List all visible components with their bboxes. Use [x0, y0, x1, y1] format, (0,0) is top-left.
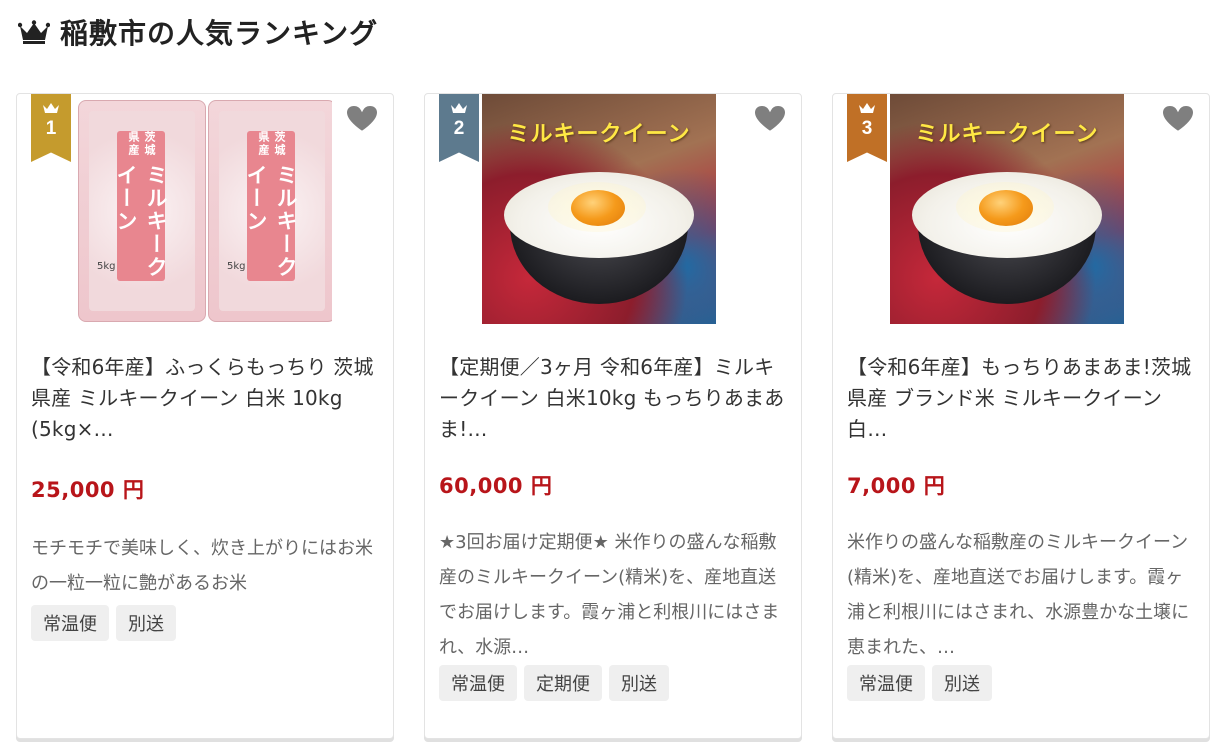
tag-list: 常温便 別送: [847, 665, 992, 701]
favorite-heart-icon[interactable]: [1161, 104, 1195, 134]
ranking-card-1[interactable]: 1 茨城県産 ミルキークイーン 5kg 茨城県産 ミルキークイーン 5kg 【令和6…: [16, 93, 394, 739]
product-image[interactable]: ミルキークイーン: [482, 94, 716, 324]
product-price: 7,000 円: [847, 474, 946, 498]
egg-rice-bowl-image: ミルキークイーン: [482, 94, 716, 324]
crown-icon: [859, 103, 875, 113]
product-price: 60,000 円: [439, 474, 553, 498]
product-title[interactable]: 【令和6年産】もっちりあまあま!茨城県産 ブランド米 ミルキークイーン 白…: [847, 352, 1197, 445]
egg-rice-bowl-image: ミルキークイーン: [890, 94, 1124, 324]
rice-bag-image: 茨城県産 ミルキークイーン 5kg: [78, 100, 206, 322]
rank-badge: 1: [31, 94, 71, 162]
product-description: モチモチで美味しく、炊き上がりにはお米の一粒一粒に艶があるお米: [31, 538, 373, 594]
tag-list: 常温便 定期便 別送: [439, 665, 669, 701]
tag: 別送: [932, 665, 992, 701]
product-image[interactable]: 茨城県産 ミルキークイーン 5kg 茨城県産 ミルキークイーン 5kg: [74, 94, 332, 324]
rank-badge: 2: [439, 94, 479, 162]
ranking-card-3[interactable]: 3 ミルキークイーン 【令和6年産】もっちりあまあま!茨城県産 ブランド米 ミル…: [832, 93, 1210, 739]
tag: 常温便: [439, 665, 517, 701]
favorite-heart-icon[interactable]: [753, 104, 787, 134]
crown-icon: [18, 20, 50, 44]
crown-icon: [451, 103, 467, 113]
section-header: 稲敷市の人気ランキング: [18, 10, 378, 54]
rice-bag-image: 茨城県産 ミルキークイーン 5kg: [208, 100, 332, 322]
favorite-heart-icon[interactable]: [345, 104, 379, 134]
product-title[interactable]: 【令和6年産】ふっくらもっちり 茨城県産 ミルキークイーン 白米 10kg (5…: [31, 352, 381, 445]
product-title[interactable]: 【定期便／3ヶ月 令和6年産】ミルキークイーン 白米10kg もっちりあまあま!…: [439, 352, 789, 445]
rank-number: 3: [861, 118, 873, 139]
tag: 定期便: [524, 665, 602, 701]
tag: 別送: [609, 665, 669, 701]
product-price: 25,000 円: [31, 478, 145, 502]
rank-badge: 3: [847, 94, 887, 162]
product-image[interactable]: ミルキークイーン: [890, 94, 1124, 324]
rank-number: 1: [45, 118, 57, 139]
rank-number: 2: [453, 118, 465, 139]
ranking-card-2[interactable]: 2 ミルキークイーン 【定期便／3ヶ月 令和6年産】ミルキークイーン 白米10k…: [424, 93, 802, 739]
tag: 常温便: [847, 665, 925, 701]
crown-icon: [43, 103, 59, 113]
tag: 常温便: [31, 605, 109, 641]
product-description: ★3回お届け定期便★ 米作りの盛んな稲敷産のミルキークイーン(精米)を、産地直送…: [439, 532, 780, 658]
product-description: 米作りの盛んな稲敷産のミルキークイーン(精米)を、産地直送でお届けします。霞ヶ浦…: [847, 532, 1190, 658]
tag-list: 常温便 別送: [31, 605, 176, 641]
tag: 別送: [116, 605, 176, 641]
section-title: 稲敷市の人気ランキング: [60, 17, 379, 50]
